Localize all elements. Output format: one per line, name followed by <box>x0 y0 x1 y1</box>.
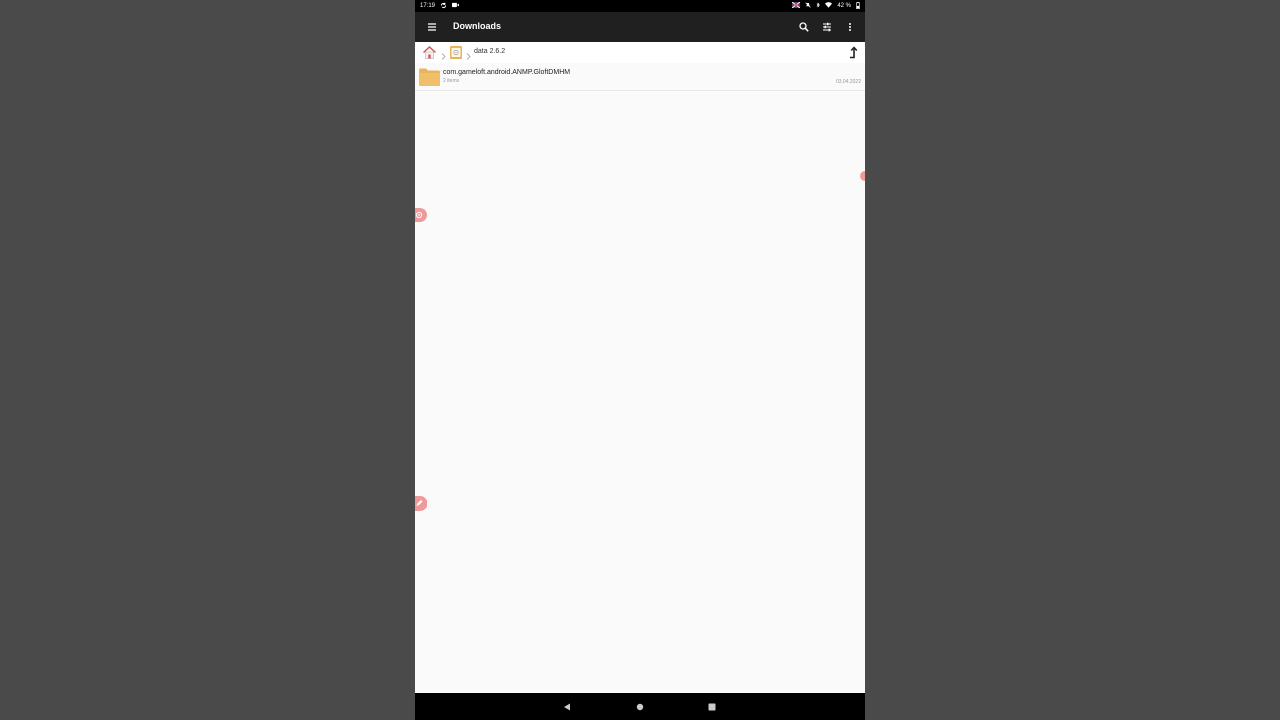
bluetooth-icon <box>816 2 820 10</box>
battery-icon <box>856 1 860 11</box>
system-nav-bar <box>415 693 865 720</box>
sync-icon <box>440 2 447 11</box>
chevron-right-icon <box>464 48 472 60</box>
search-icon[interactable] <box>797 20 811 34</box>
file-date: 03.04.2022 <box>835 79 861 85</box>
breadcrumb: data 2.6.2 <box>415 42 865 64</box>
more-icon[interactable] <box>843 20 857 34</box>
edit-handle-icon[interactable] <box>415 496 428 516</box>
battery-percent: 42 % <box>837 3 851 9</box>
breadcrumb-current[interactable]: data 2.6.2 <box>474 48 505 55</box>
chevron-right-icon <box>439 48 447 60</box>
navigate-up-icon[interactable] <box>847 45 859 60</box>
folder-icon <box>419 67 440 86</box>
file-meta: 2 items <box>443 78 460 84</box>
filter-icon[interactable] <box>820 20 834 34</box>
wifi-icon <box>825 2 833 10</box>
side-panel-handle[interactable] <box>860 168 865 186</box>
mute-icon <box>805 2 811 10</box>
app-bar: Downloads <box>415 12 865 42</box>
page-title: Downloads <box>453 21 502 31</box>
status-bar: 17:19 42 % <box>415 0 865 12</box>
recents-icon[interactable] <box>705 700 719 714</box>
status-time: 17:19 <box>420 3 436 9</box>
storage-icon[interactable] <box>449 45 463 60</box>
file-name: com.gameloft.android.ANMP.GloftDMHM <box>443 69 571 76</box>
menu-icon[interactable] <box>425 20 439 34</box>
flag-icon <box>792 1 801 10</box>
list-item[interactable]: com.gameloft.android.ANMP.GloftDMHM 2 it… <box>415 63 865 91</box>
video-icon <box>452 2 460 10</box>
home-icon[interactable] <box>422 45 437 60</box>
device-screen: 17:19 42 % Downloads data 2.6.2 com.game… <box>415 0 865 720</box>
back-icon[interactable] <box>560 700 574 714</box>
screenshot-handle-icon[interactable] <box>415 208 427 227</box>
home-nav-icon[interactable] <box>633 700 647 714</box>
